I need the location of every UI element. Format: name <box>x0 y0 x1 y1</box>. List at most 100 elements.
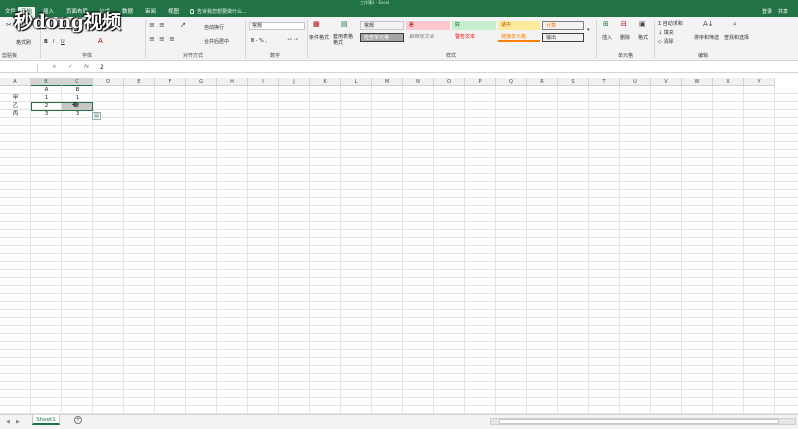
column-header-J[interactable]: J <box>279 78 310 86</box>
delete-cells-icon[interactable]: ⊟ <box>621 20 627 28</box>
confirm-entry-button[interactable]: ✓ <box>68 62 73 73</box>
style-explanatory[interactable]: 解释性文本 <box>406 33 450 42</box>
worksheet-grid[interactable]: A B C D E F G H I J K L M N O P Q R S T U V W X Y A B 甲 1 1 乙 2 2 丙 3 3 ▤ ✥ <box>0 78 798 414</box>
sort-filter-button[interactable]: 排序和筛选 <box>694 34 719 41</box>
formula-input[interactable]: 2 <box>100 62 104 73</box>
column-header-E[interactable]: E <box>124 78 155 86</box>
underline-button[interactable]: U <box>61 39 65 45</box>
cell-A4[interactable]: 丙 <box>0 110 31 118</box>
format-cells-icon[interactable]: ▣ <box>639 20 646 28</box>
column-header-R[interactable]: R <box>527 78 558 86</box>
sheet-tab[interactable]: Sheet1 <box>32 415 60 425</box>
column-header-D[interactable]: D <box>93 78 124 86</box>
column-header-L[interactable]: L <box>341 78 372 86</box>
number-format-select[interactable]: 常规 <box>249 22 305 30</box>
style-linked-cell[interactable]: 链接单元格 <box>498 33 540 42</box>
style-warning[interactable]: 警告文本 <box>452 33 496 42</box>
style-check-cell[interactable]: 检查单元格 <box>360 33 404 42</box>
format-cells-button[interactable]: 格式 <box>638 34 648 41</box>
column-header-I[interactable]: I <box>248 78 279 86</box>
find-select-button[interactable]: 查找和选择 <box>724 34 749 41</box>
format-painter-button[interactable]: 格式刷 <box>16 39 31 46</box>
table-format-icon[interactable]: ▤ <box>341 20 348 28</box>
next-sheet-arrow[interactable]: ▶ <box>16 419 20 425</box>
autosum-button[interactable]: Σ 自动求和 <box>658 20 683 27</box>
horizontal-scrollbar[interactable] <box>490 418 796 425</box>
style-output[interactable]: 输出 <box>542 33 584 42</box>
align-right-icon[interactable]: ≡ <box>169 35 175 43</box>
cell-A2[interactable]: 甲 <box>0 94 31 102</box>
style-calculation[interactable]: 计算 <box>542 21 584 30</box>
align-left-icon[interactable]: ≡ <box>149 35 155 43</box>
sort-filter-icon[interactable]: A↓ <box>703 20 714 28</box>
font-color-icon[interactable]: A <box>98 37 103 45</box>
insert-cells-icon[interactable]: ⊞ <box>603 20 609 28</box>
align-top-icon[interactable]: ≡ <box>149 21 155 29</box>
column-header-V[interactable]: V <box>651 78 682 86</box>
orientation-icon[interactable]: ↗ <box>180 21 186 29</box>
conditional-format-icon[interactable]: ▦ <box>313 20 320 28</box>
name-box[interactable] <box>0 63 38 72</box>
tell-me-box[interactable]: 告诉我您想要做什么... <box>190 7 247 17</box>
cell-B4[interactable]: 3 <box>31 110 62 118</box>
cancel-entry-button[interactable]: × <box>52 62 57 73</box>
cell-B1[interactable]: A <box>31 86 62 94</box>
styles-more-icon[interactable]: ▾ <box>587 27 590 33</box>
merge-center-button[interactable]: 合并后居中 <box>204 38 229 45</box>
align-middle-icon[interactable]: ≡ <box>159 21 165 29</box>
column-header-H[interactable]: H <box>217 78 248 86</box>
column-header-O[interactable]: O <box>434 78 465 86</box>
scrollbar-thumb[interactable] <box>499 419 779 424</box>
cell-A3[interactable]: 乙 <box>0 102 31 110</box>
column-header-T[interactable]: T <box>589 78 620 86</box>
font-group-label: 字体 <box>82 53 93 59</box>
column-header-Q[interactable]: Q <box>496 78 527 86</box>
column-header-B[interactable]: B <box>31 78 62 86</box>
column-header-A[interactable]: A <box>0 78 31 86</box>
style-normal[interactable]: 常规 <box>360 21 404 30</box>
align-center-icon[interactable]: ≡ <box>159 35 165 43</box>
accounting-format-button[interactable]: 🖩 - % , <box>251 38 267 46</box>
table-format-button[interactable]: 套用表格格式 <box>333 34 355 46</box>
column-header-W[interactable]: W <box>682 78 713 86</box>
column-header-Y[interactable]: Y <box>744 78 775 86</box>
column-header-C[interactable]: C <box>62 78 93 86</box>
prev-sheet-arrow[interactable]: ◀ <box>6 419 10 425</box>
add-sheet-button[interactable]: + <box>74 416 82 424</box>
conditional-format-button[interactable]: 条件格式 <box>309 34 329 41</box>
column-gridline <box>495 86 496 414</box>
column-gridline <box>402 86 403 414</box>
cut-icon[interactable]: ✂ <box>6 21 12 29</box>
style-good[interactable]: 好 <box>452 21 496 30</box>
column-header-N[interactable]: N <box>403 78 434 86</box>
tab-review[interactable]: 审阅 <box>142 7 159 17</box>
cell-C4[interactable]: 3 <box>62 110 93 118</box>
style-neutral[interactable]: 适中 <box>498 21 540 30</box>
wrap-text-button[interactable]: 自动换行 <box>204 24 224 31</box>
column-header-M[interactable]: M <box>372 78 403 86</box>
column-header-U[interactable]: U <box>620 78 651 86</box>
share-button[interactable]: 共享 <box>778 7 788 17</box>
fill-button[interactable]: ↓ 填充 <box>658 29 674 36</box>
column-header-F[interactable]: F <box>155 78 186 86</box>
insert-function-button[interactable]: fx <box>84 62 89 73</box>
bold-button[interactable]: B <box>44 39 48 45</box>
find-select-icon[interactable]: ⌕ <box>733 20 737 29</box>
tab-view[interactable]: 视图 <box>165 7 182 17</box>
delete-cells-button[interactable]: 删除 <box>620 34 630 41</box>
column-header-S[interactable]: S <box>558 78 589 86</box>
cell-B2[interactable]: 1 <box>31 94 62 102</box>
column-header-K[interactable]: K <box>310 78 341 86</box>
insert-cells-button[interactable]: 插入 <box>602 34 612 41</box>
column-header-G[interactable]: G <box>186 78 217 86</box>
quick-analysis-icon[interactable]: ▤ <box>92 112 101 120</box>
column-header-P[interactable]: P <box>465 78 496 86</box>
cell-B3[interactable]: 2 <box>31 102 62 110</box>
login-link[interactable]: 登录 <box>762 7 772 17</box>
style-bad[interactable]: 差 <box>406 21 450 30</box>
decimal-buttons[interactable]: ⁺⁰ ⁻⁰ <box>287 38 298 44</box>
cell-C1[interactable]: B <box>62 86 93 94</box>
clear-button[interactable]: ◇ 清除 <box>658 38 673 45</box>
italic-button[interactable]: I <box>53 39 54 45</box>
column-header-X[interactable]: X <box>713 78 744 86</box>
